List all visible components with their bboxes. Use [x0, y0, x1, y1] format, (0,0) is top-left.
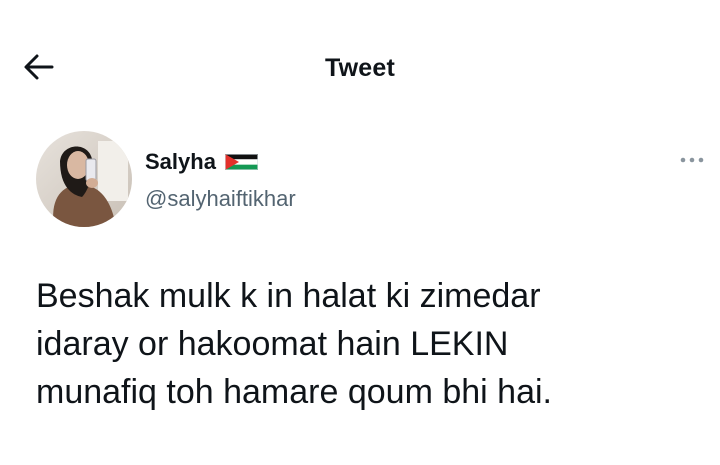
tweet-author: Salyha @salyhaiftikhar [36, 131, 676, 231]
tweet-line: munafiq toh hamare qoum bhi hai. [36, 373, 552, 411]
avatar[interactable] [36, 131, 132, 227]
more-options-button[interactable] [677, 150, 707, 170]
author-name-row[interactable]: Salyha [145, 149, 258, 175]
tweet-line: Beshak mulk k in halat ki zimedar [36, 277, 541, 315]
tweet-text: Beshak mulk k in halat ki zimedar idaray… [36, 272, 696, 416]
palestine-flag-icon [224, 154, 258, 170]
more-options-icon [680, 157, 704, 163]
tweet-line: idaray or hakoomat hain LEKIN [36, 325, 509, 363]
author-handle[interactable]: @salyhaiftikhar [145, 186, 296, 212]
display-name: Salyha [145, 149, 216, 174]
header-bar: Tweet [0, 0, 720, 120]
page-title: Tweet [325, 54, 395, 82]
